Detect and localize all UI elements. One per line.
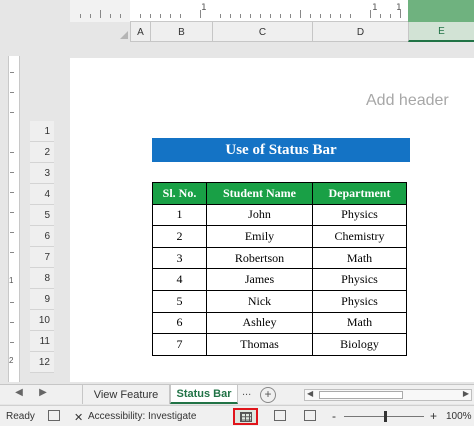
zoom-in-button[interactable]: +	[430, 409, 437, 423]
table-row: 6 Ashley Math	[152, 311, 407, 335]
row-header[interactable]: 5	[30, 205, 54, 226]
table-cell[interactable]: Nick	[206, 289, 313, 313]
zoom-level[interactable]: 100%	[446, 411, 472, 422]
row-header[interactable]: 9	[30, 289, 54, 310]
status-bar: Ready ✕ Accessibility: Investigate - + 1…	[0, 405, 474, 426]
table-row: 7 Thomas Biology	[152, 333, 407, 356]
scroll-right-icon[interactable]: ▶	[463, 389, 469, 398]
table-title[interactable]: Use of Status Bar	[152, 138, 410, 162]
table-row: 2 Emily Chemistry	[152, 225, 407, 248]
normal-view-grid-icon	[239, 411, 252, 422]
page-break-preview-icon[interactable]	[304, 410, 316, 421]
horizontal-ruler: 1 1 1	[70, 0, 474, 22]
table-cell[interactable]: Math	[312, 311, 407, 335]
scroll-tabs-left-icon[interactable]: ◀	[12, 387, 26, 398]
sheet-tab-status-bar[interactable]: Status Bar	[170, 385, 238, 404]
macro-record-icon[interactable]	[48, 410, 60, 421]
table-cell[interactable]: 3	[152, 246, 207, 270]
sheet-tab-view-feature[interactable]: View Feature	[82, 385, 170, 404]
accessibility-status[interactable]: Accessibility: Investigate	[88, 411, 196, 422]
table-cell[interactable]: 6	[152, 311, 207, 335]
row-header[interactable]: 8	[30, 268, 54, 289]
scroll-tabs-right-icon[interactable]: ▶	[36, 387, 50, 398]
normal-view-button[interactable]	[233, 408, 258, 425]
row-header[interactable]: 7	[30, 247, 54, 268]
column-header-row: A B C D E	[0, 22, 474, 42]
column-header-a[interactable]: A	[130, 22, 150, 42]
table-cell[interactable]: Math	[312, 246, 407, 270]
row-headers: 1 2 3 4 5 6 7 8 9 10 11 12	[30, 42, 54, 382]
table-cell[interactable]: James	[206, 268, 313, 291]
ruler-number: 1	[372, 3, 378, 13]
row-header[interactable]: 12	[30, 352, 54, 373]
select-all-triangle-icon	[120, 31, 128, 39]
table-cell[interactable]: 1	[152, 203, 207, 227]
ruler-selected-column	[408, 0, 474, 22]
add-header-placeholder[interactable]: Add header	[366, 92, 449, 110]
table-cell[interactable]: Emily	[206, 225, 313, 248]
ruler-number: 1	[201, 3, 207, 13]
ready-status: Ready	[6, 411, 35, 422]
row-header[interactable]: 11	[30, 331, 54, 352]
vertical-ruler-bar	[8, 56, 20, 382]
row-header[interactable]: 6	[30, 226, 54, 247]
table-cell[interactable]: Robertson	[206, 246, 313, 270]
table-cell[interactable]: 7	[152, 333, 207, 356]
table-row: 5 Nick Physics	[152, 289, 407, 313]
table-cell[interactable]: Physics	[312, 289, 407, 313]
table-header-cell[interactable]: Department	[312, 182, 407, 205]
row-header[interactable]: 10	[30, 310, 54, 331]
table-cell[interactable]: Thomas	[206, 333, 313, 356]
table-cell[interactable]: 5	[152, 289, 207, 313]
table-cell[interactable]: Physics	[312, 203, 407, 227]
row-header[interactable]: 1	[30, 121, 54, 142]
table-row: 1 John Physics	[152, 203, 407, 227]
table-header-row: Sl. No. Student Name Department	[152, 182, 407, 205]
vertical-ruler-number: 1	[9, 276, 14, 285]
table-cell[interactable]: Chemistry	[312, 225, 407, 248]
table-cell[interactable]: 2	[152, 225, 207, 248]
column-header-d[interactable]: D	[312, 22, 408, 42]
accessibility-icon: ✕	[74, 412, 84, 424]
table-header-cell[interactable]: Sl. No.	[152, 182, 207, 205]
page-layout-sheet[interactable]: Add header Use of Status Bar Sl. No. Stu…	[70, 58, 474, 382]
column-header-b[interactable]: B	[150, 22, 212, 42]
scroll-left-icon[interactable]: ◀	[307, 389, 313, 398]
table-cell[interactable]: Ashley	[206, 311, 313, 335]
sheet-tab-bar: ◀ ▶ View Feature Status Bar ... + ◀ ▶	[0, 384, 474, 404]
table-header-cell[interactable]: Student Name	[206, 182, 313, 205]
table-row: 4 James Physics	[152, 268, 407, 291]
row-header[interactable]: 2	[30, 142, 54, 163]
zoom-out-button[interactable]: -	[332, 409, 336, 423]
more-sheets-button[interactable]: ...	[242, 386, 251, 398]
column-header-e[interactable]: E	[408, 22, 474, 42]
row-header[interactable]: 4	[30, 184, 54, 205]
new-sheet-button[interactable]: +	[260, 387, 276, 403]
ruler-number: 1	[396, 3, 402, 13]
vertical-ruler: 1 2	[0, 42, 26, 382]
table-cell[interactable]: Physics	[312, 268, 407, 291]
table-cell[interactable]: John	[206, 203, 313, 227]
column-header-c[interactable]: C	[212, 22, 312, 42]
table-row: 3 Robertson Math	[152, 246, 407, 270]
horizontal-scrollbar[interactable]: ◀ ▶	[304, 389, 472, 401]
vertical-ruler-number: 2	[9, 356, 14, 365]
table-cell[interactable]: 4	[152, 268, 207, 291]
row-header[interactable]: 3	[30, 163, 54, 184]
student-table: Sl. No. Student Name Department 1 John P…	[152, 182, 407, 356]
zoom-slider-knob[interactable]	[384, 411, 387, 422]
excel-window: 1 1 1 A B C D E 1 2 1 2 3 4 5 6 7 8 9 10…	[0, 0, 474, 426]
scrollbar-thumb[interactable]	[319, 391, 403, 399]
table-cell[interactable]: Biology	[312, 333, 407, 356]
select-all-corner[interactable]	[0, 22, 130, 42]
page-layout-view-icon[interactable]	[274, 410, 286, 421]
